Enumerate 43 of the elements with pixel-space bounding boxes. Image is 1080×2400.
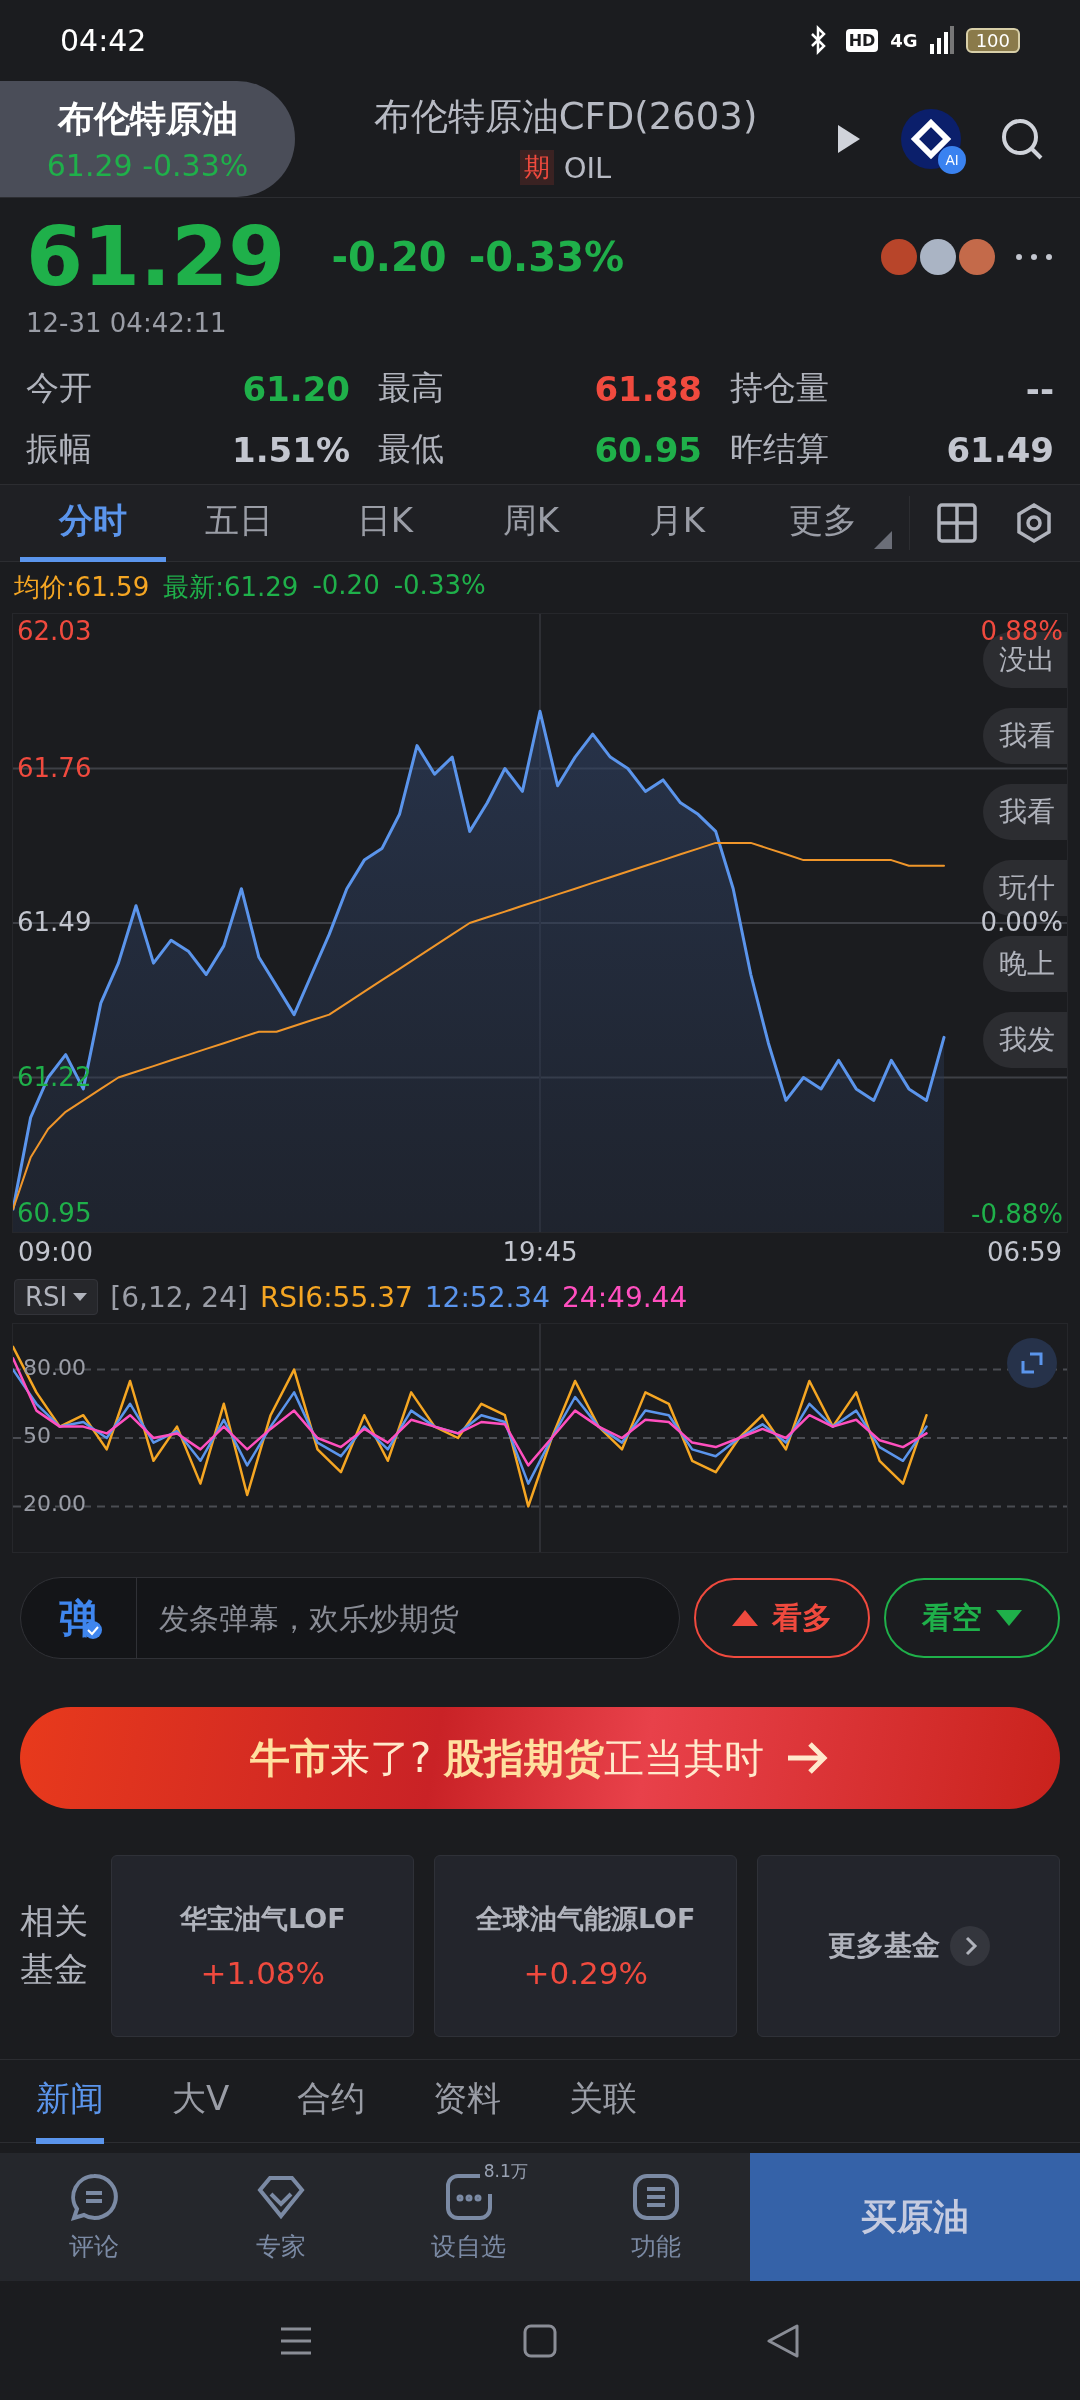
- axis-label: 50: [23, 1423, 51, 1450]
- stat-label: 昨结算: [730, 428, 829, 470]
- time-label: 19:45: [502, 1237, 578, 1267]
- axis-label: 60.95: [17, 1198, 92, 1230]
- stat-value: 61.20: [242, 368, 350, 409]
- axis-label: 61.76: [17, 752, 92, 784]
- instrument-code: OIL: [563, 150, 612, 185]
- axis-label: 80.00: [23, 1354, 86, 1381]
- axis-label: 61.49: [17, 907, 92, 939]
- instrument-title: 布伦特原油CFD(2603): [373, 94, 758, 140]
- stat-value: 1.51%: [232, 429, 350, 470]
- last-price: 61.29: [26, 216, 286, 298]
- indicator-reading: 24:49.44: [562, 1280, 688, 1314]
- status-time: 04:42: [60, 22, 147, 58]
- section-label: 相关基金: [20, 1900, 89, 1991]
- stat-label: 最高: [378, 367, 444, 409]
- hd-indicator: HD: [845, 28, 879, 52]
- percent-change: -0.33%: [393, 570, 486, 602]
- quote-time: 12-31 04:42:11: [25, 307, 228, 338]
- stat-label: 振幅: [26, 428, 92, 470]
- indicator-reading: 12:52.34: [424, 1280, 550, 1314]
- stat-value: 61.49: [946, 429, 1054, 470]
- price-change: -0.20: [312, 570, 380, 602]
- network-label: 4G: [890, 29, 918, 51]
- axis-label: 62.03: [17, 616, 92, 648]
- stat-label: 持仓量: [730, 367, 829, 409]
- axis-label: -0.88%: [971, 1198, 1063, 1230]
- time-label: 06:59: [987, 1237, 1062, 1267]
- stat-label: 最低: [378, 428, 444, 470]
- stat-value: 61.88: [594, 368, 702, 409]
- battery-indicator: 100: [965, 27, 1020, 53]
- time-label: 09:00: [18, 1237, 93, 1267]
- indicator-params: [6,12, 24]: [110, 1280, 248, 1314]
- stat-value: --: [1025, 368, 1054, 409]
- percent-change: -0.33%: [468, 234, 625, 280]
- average-price: 均价:61.59: [14, 571, 150, 604]
- indicator-reading: RSI6:55.37: [259, 1280, 413, 1314]
- stat-label: 今开: [26, 367, 92, 409]
- axis-label: 20.00: [23, 1491, 86, 1518]
- stat-value: 60.95: [594, 429, 702, 470]
- futures-badge: 期: [519, 150, 554, 185]
- latest-price: 最新:61.29: [163, 571, 299, 604]
- price-change: -0.20: [331, 234, 447, 280]
